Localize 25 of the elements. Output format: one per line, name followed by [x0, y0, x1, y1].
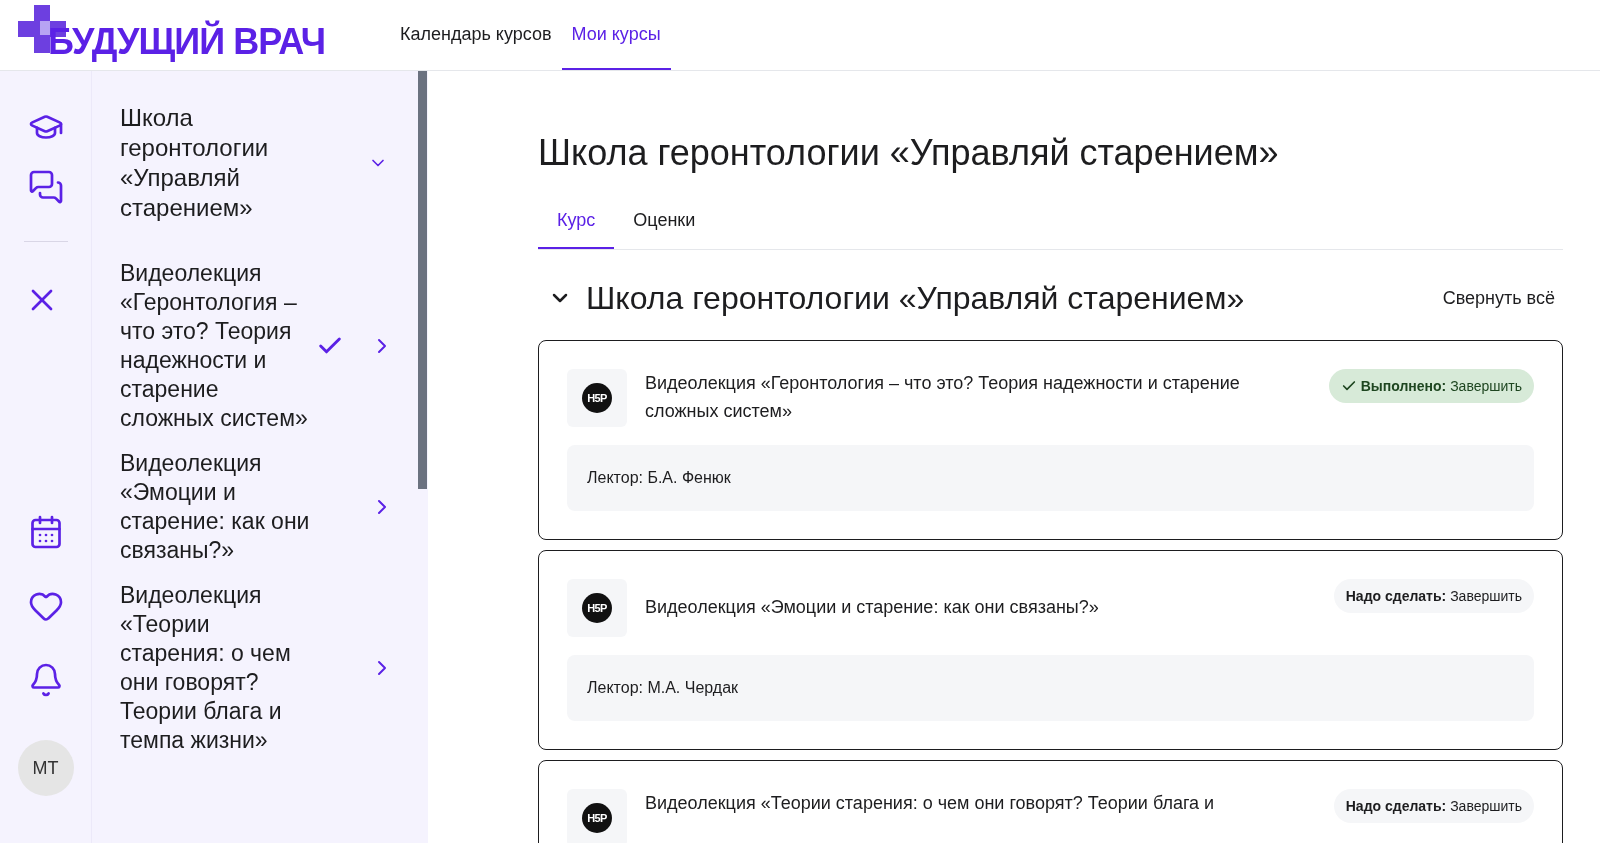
course-title[interactable]: Школа геронтологии «Управляй старением»	[120, 103, 320, 223]
chat-icon[interactable]	[27, 169, 64, 205]
completion-status[interactable]: Выполнено: Завершить	[1328, 369, 1534, 403]
lesson-link[interactable]: Видеолекция «Геронтология – что это? Теория надежности и старение сложных систем»	[120, 259, 310, 433]
page-title: Школа геронтологии «Управляй старением»	[538, 131, 1280, 175]
h5p-icon: H5P	[582, 593, 612, 623]
completion-status[interactable]: Надо сделать: Завершить	[1333, 789, 1534, 823]
avatar[interactable]: МТ	[17, 740, 74, 796]
section-title: Школа геронтологии «Управляй старением»	[586, 279, 1246, 318]
tab[interactable]: Курс	[538, 193, 615, 249]
tab[interactable]: Оценки	[614, 193, 715, 249]
nav-link[interactable]: Календарь курсов	[390, 0, 562, 70]
activity-title[interactable]: Видеолекция «Теории старения: о чем они говорят? Теории блага и	[645, 789, 1320, 817]
activity-description: Лектор: Б.А. Фенюк	[567, 445, 1534, 511]
nav-link[interactable]: Мои курсы	[561, 0, 671, 70]
completion-status[interactable]: Надо сделать: Завершить	[1333, 579, 1534, 613]
h5p-icon: H5P	[582, 803, 612, 833]
activity-title[interactable]: Видеолекция «Геронтология – что это? Теория надежности и старение сложных систем»	[645, 369, 1315, 425]
collapse-all-link[interactable]: Свернуть всё	[1442, 284, 1555, 312]
activity-title[interactable]: Видеолекция «Эмоции и старение: как они связаны?»	[645, 593, 1320, 621]
scrollbar-thumb[interactable]	[418, 71, 427, 489]
h5p-icon: H5P	[582, 383, 612, 413]
lesson-link[interactable]: Видеолекция «Эмоции и старение: как они связаны?»	[120, 449, 310, 565]
activity-description: Лектор: М.А. Чердак	[567, 655, 1534, 721]
lesson-link[interactable]: Видеолекция «Теории старения: о чем они говорят? Теории блага и темпа жизни»	[120, 581, 310, 755]
